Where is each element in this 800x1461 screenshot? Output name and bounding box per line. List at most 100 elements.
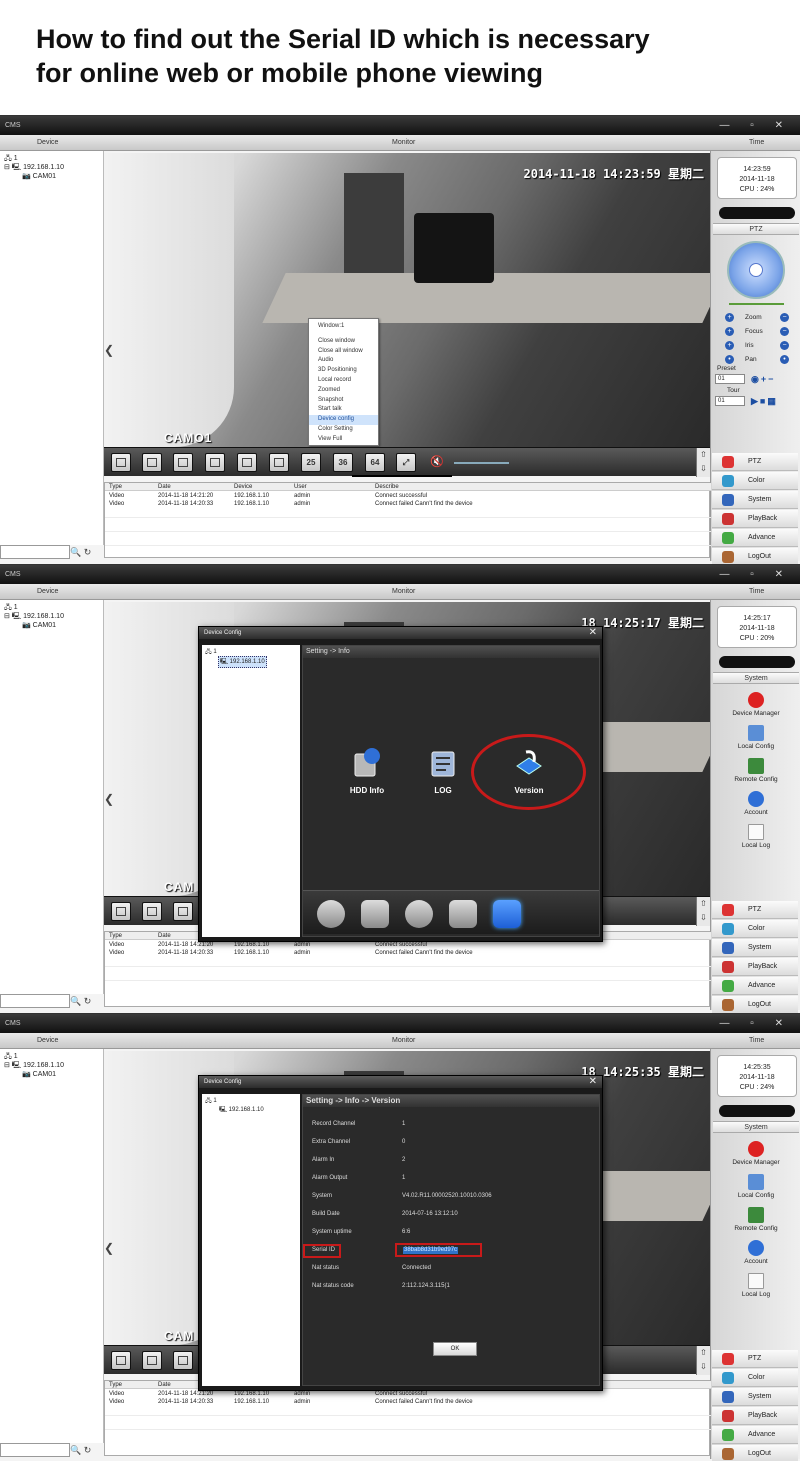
settings-gear-icon[interactable] [405, 900, 433, 928]
layout-1-button[interactable] [111, 1351, 131, 1370]
layout-8-button[interactable] [205, 453, 225, 472]
info-category-icon[interactable] [493, 900, 521, 928]
menu-item-device-config[interactable]: Device config [309, 415, 378, 425]
scroll-arrows-icon[interactable]: ⇧ ⇩ [696, 897, 710, 926]
iris-plus-icon[interactable]: + [725, 341, 734, 350]
volume-slider[interactable] [454, 462, 509, 464]
nav-advance[interactable]: Advance [712, 529, 798, 547]
dialog-close-icon[interactable]: ✕ [589, 1076, 597, 1088]
local-log-item[interactable]: Local Log [711, 824, 800, 849]
menu-item-start-talk[interactable]: Start talk [309, 405, 378, 415]
nav-system[interactable]: System [712, 1388, 798, 1406]
tree-search-input[interactable] [0, 545, 70, 559]
nav-color[interactable]: Color [712, 920, 798, 938]
layout-4-button[interactable] [142, 902, 162, 921]
nav-playback[interactable]: PlayBack [712, 958, 798, 976]
nav-color[interactable]: Color [712, 472, 798, 490]
layout-9-button[interactable] [237, 453, 257, 472]
nav-ptz[interactable]: PTZ [712, 1350, 798, 1368]
menu-item-color-setting[interactable]: Color Setting [309, 425, 378, 435]
log-button[interactable]: LOG [413, 746, 473, 795]
layout-4-button[interactable] [142, 453, 162, 472]
zoom-plus-icon[interactable]: + [725, 313, 734, 322]
nav-playback[interactable]: PlayBack [712, 510, 798, 528]
layout-36-button[interactable]: 36 [333, 453, 353, 472]
pan-left-icon[interactable]: • [725, 355, 734, 364]
nav-color[interactable]: Color [712, 1369, 798, 1387]
nav-advance[interactable]: Advance [712, 1426, 798, 1444]
storage-category-icon[interactable] [317, 900, 345, 928]
scroll-arrows-icon[interactable]: ⇧ ⇩ [696, 448, 710, 477]
remote-config-item[interactable]: Remote Config [711, 758, 800, 783]
local-log-item[interactable]: Local Log [711, 1273, 800, 1298]
dialog-tree-root[interactable]: 🖧 1 [205, 647, 217, 657]
nav-ptz[interactable]: PTZ [712, 901, 798, 919]
menu-item-snapshot[interactable]: Snapshot [309, 396, 378, 406]
remote-config-item[interactable]: Remote Config [711, 1207, 800, 1232]
nav-ptz[interactable]: PTZ [712, 453, 798, 471]
window-controls[interactable]: — ▫ ✕ [720, 565, 792, 584]
device-manager-item[interactable]: Device Manager [711, 692, 800, 717]
tree-camera[interactable]: 📷 CAM01 [22, 1070, 56, 1078]
account-item[interactable]: Account [711, 1240, 800, 1265]
collapse-arrow-icon[interactable]: ❮ [104, 792, 114, 806]
log-row[interactable]: Video 2014-11-18 14:21:20 192.168.1.10 admi… [105, 941, 711, 949]
preset-buttons[interactable]: ◉+− [751, 374, 797, 384]
tree-camera[interactable]: 📷 CAM01 [22, 172, 56, 180]
layout-1-button[interactable] [111, 453, 131, 472]
menu-item-local-record[interactable]: Local record [309, 376, 378, 386]
nav-logout[interactable]: LogOut [712, 1445, 798, 1461]
device-manager-item[interactable]: Device Manager [711, 1141, 800, 1166]
ptz-speed-slider[interactable] [729, 303, 784, 305]
layout-16-button[interactable] [269, 453, 289, 472]
nav-playback[interactable]: PlayBack [712, 1407, 798, 1425]
tree-camera[interactable]: 📷 CAM01 [22, 621, 56, 629]
hdd-info-button[interactable]: HDD Info [337, 746, 397, 795]
tour-buttons[interactable]: ▶■▦ [751, 396, 797, 406]
pan-right-icon[interactable]: • [780, 355, 789, 364]
nav-system[interactable]: System [712, 491, 798, 509]
collapse-arrow-icon[interactable]: ❮ [104, 343, 114, 357]
camera-view[interactable]: 2014-11-18 14:23:59 星期二 CAMO1 ❮ [104, 153, 710, 447]
scroll-arrows-icon[interactable]: ⇧ ⇩ [696, 1346, 710, 1375]
serial-id-value[interactable]: 38bab8d31b9ed97c [403, 1247, 459, 1254]
tree-search-input[interactable] [0, 994, 70, 1008]
focus-minus-icon[interactable]: − [780, 327, 789, 336]
menu-item-3d-positioning[interactable]: 3D Positioning [309, 366, 378, 376]
collapse-arrow-icon[interactable]: ❮ [104, 1241, 114, 1255]
tree-tool-icons[interactable]: 🔍 ↻ [70, 1443, 100, 1457]
window-controls[interactable]: — ▫ ✕ [720, 116, 792, 135]
layout-1-button[interactable] [111, 902, 131, 921]
dialog-tree-device[interactable]: 🖳 192.168.1.10 [218, 656, 267, 668]
tree-tool-icons[interactable]: 🔍 ↻ [70, 994, 100, 1008]
dialog-close-icon[interactable]: ✕ [589, 627, 597, 639]
log-row[interactable]: Video 2014-11-18 14:20:33 192.168.1.10 admi… [105, 949, 711, 957]
layout-4-button[interactable] [142, 1351, 162, 1370]
log-row[interactable]: Video 2014-11-18 14:20:33 192.168.1.10 admi… [105, 1398, 711, 1406]
local-config-item[interactable]: Local Config [711, 725, 800, 750]
log-row[interactable]: Video 2014-11-18 14:21:20 192.168.1.10 admi… [105, 492, 711, 500]
dialog-tree-device[interactable]: 🖳 192.168.1.10 [218, 1105, 265, 1115]
menu-item-window[interactable]: Window:1 [309, 322, 378, 332]
menu-item-zoomed[interactable]: Zoomed [309, 386, 378, 396]
security-category-icon[interactable] [361, 900, 389, 928]
iris-minus-icon[interactable]: − [780, 341, 789, 350]
account-item[interactable]: Account [711, 791, 800, 816]
tree-search-input[interactable] [0, 1443, 70, 1457]
fullscreen-icon[interactable]: ⤢ [396, 453, 416, 472]
layout-6-button[interactable] [173, 453, 193, 472]
layout-6-button[interactable] [173, 902, 193, 921]
preset-select[interactable]: 01 [715, 374, 745, 384]
nav-logout[interactable]: LogOut [712, 548, 798, 564]
menu-item-close-window[interactable]: Close window [309, 337, 378, 347]
layout-25-button[interactable]: 25 [301, 453, 321, 472]
tools-category-icon[interactable] [449, 900, 477, 928]
mute-icon[interactable]: 🔇 [430, 455, 444, 468]
nav-logout[interactable]: LogOut [712, 996, 798, 1013]
menu-item-view-full[interactable]: View Full [309, 435, 378, 445]
menu-item-audio[interactable]: Audio [309, 356, 378, 366]
nav-advance[interactable]: Advance [712, 977, 798, 995]
menu-item-close-all-window[interactable]: Close all window [309, 347, 378, 357]
focus-plus-icon[interactable]: + [725, 327, 734, 336]
ptz-direction-pad[interactable] [727, 241, 785, 299]
